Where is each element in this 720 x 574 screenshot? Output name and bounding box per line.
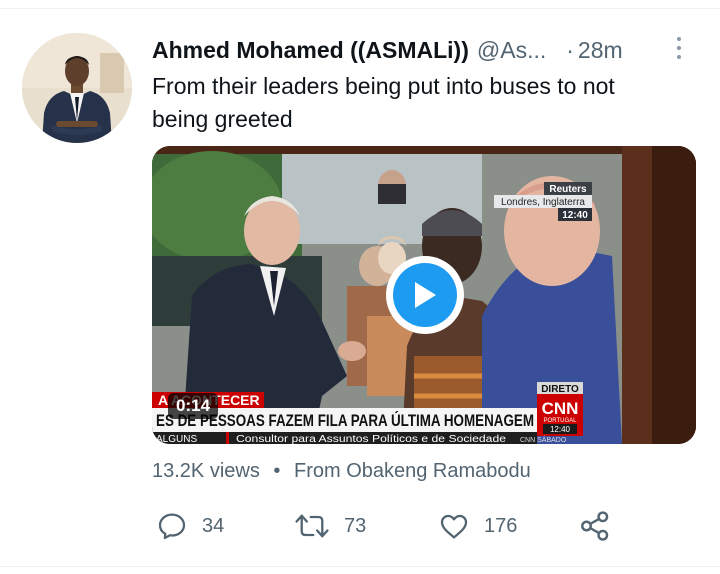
- more-dot-icon: [677, 46, 681, 50]
- video-ticker-left: ALGUNS: [156, 434, 197, 444]
- video-network-sub: PORTUGAL: [544, 418, 578, 424]
- tweet-header: Ahmed Mohamed ((ASMALi)) @As... · 28m: [152, 35, 672, 65]
- top-divider: [0, 8, 720, 9]
- video-location-label: Londres, Inglaterra: [501, 197, 585, 208]
- retweet-button[interactable]: 73: [294, 506, 366, 546]
- play-button[interactable]: [386, 256, 464, 334]
- video-duration-badge: 0:14: [168, 393, 219, 419]
- reply-icon: [158, 513, 186, 540]
- video-ticker-channel: CNN SÁBADO: [520, 435, 567, 444]
- reply-count: 34: [202, 514, 225, 537]
- like-count: 176: [484, 514, 518, 537]
- author-avatar[interactable]: [22, 33, 132, 143]
- video-reuters-label: Reuters: [549, 184, 587, 195]
- video-network-time: 12:40: [550, 425, 571, 434]
- bottom-divider: [0, 566, 720, 567]
- share-icon: [581, 511, 609, 541]
- retweet-icon: [295, 514, 329, 538]
- views-line: 13.2K views • From Obakeng Ramabodu: [152, 460, 531, 483]
- more-dot-icon: [677, 37, 681, 41]
- video-network-logo: CNN: [542, 399, 579, 418]
- play-icon: [415, 282, 436, 308]
- heart-icon: [440, 514, 468, 539]
- like-button[interactable]: 176: [438, 506, 517, 546]
- video-source-link[interactable]: From Obakeng Ramabodu: [294, 460, 531, 482]
- tweet-text: From their leaders being put into buses …: [152, 73, 615, 132]
- play-icon-circle: [393, 263, 457, 327]
- profile-photo-icon: [22, 33, 132, 143]
- video-ticker-right: Consultor para Assuntos Políticos e de S…: [236, 434, 507, 444]
- tweet-timestamp[interactable]: 28m: [578, 37, 623, 64]
- share-button[interactable]: [578, 506, 612, 546]
- reply-button[interactable]: 34: [156, 506, 224, 546]
- video-clock-label: 12:40: [562, 210, 588, 221]
- retweet-count: 73: [344, 514, 367, 537]
- separator-dot: ·: [566, 36, 574, 63]
- more-options-button[interactable]: [668, 30, 690, 66]
- author-handle[interactable]: @As...: [477, 37, 546, 64]
- meta-bullet: •: [273, 460, 281, 482]
- view-count: 13.2K views: [152, 460, 260, 482]
- tweet-action-bar: 34 73 176: [152, 506, 622, 546]
- more-dot-icon: [677, 55, 681, 59]
- author-display-name[interactable]: Ahmed Mohamed ((ASMALi)): [152, 37, 469, 64]
- video-live-label: DIRETO: [541, 384, 579, 395]
